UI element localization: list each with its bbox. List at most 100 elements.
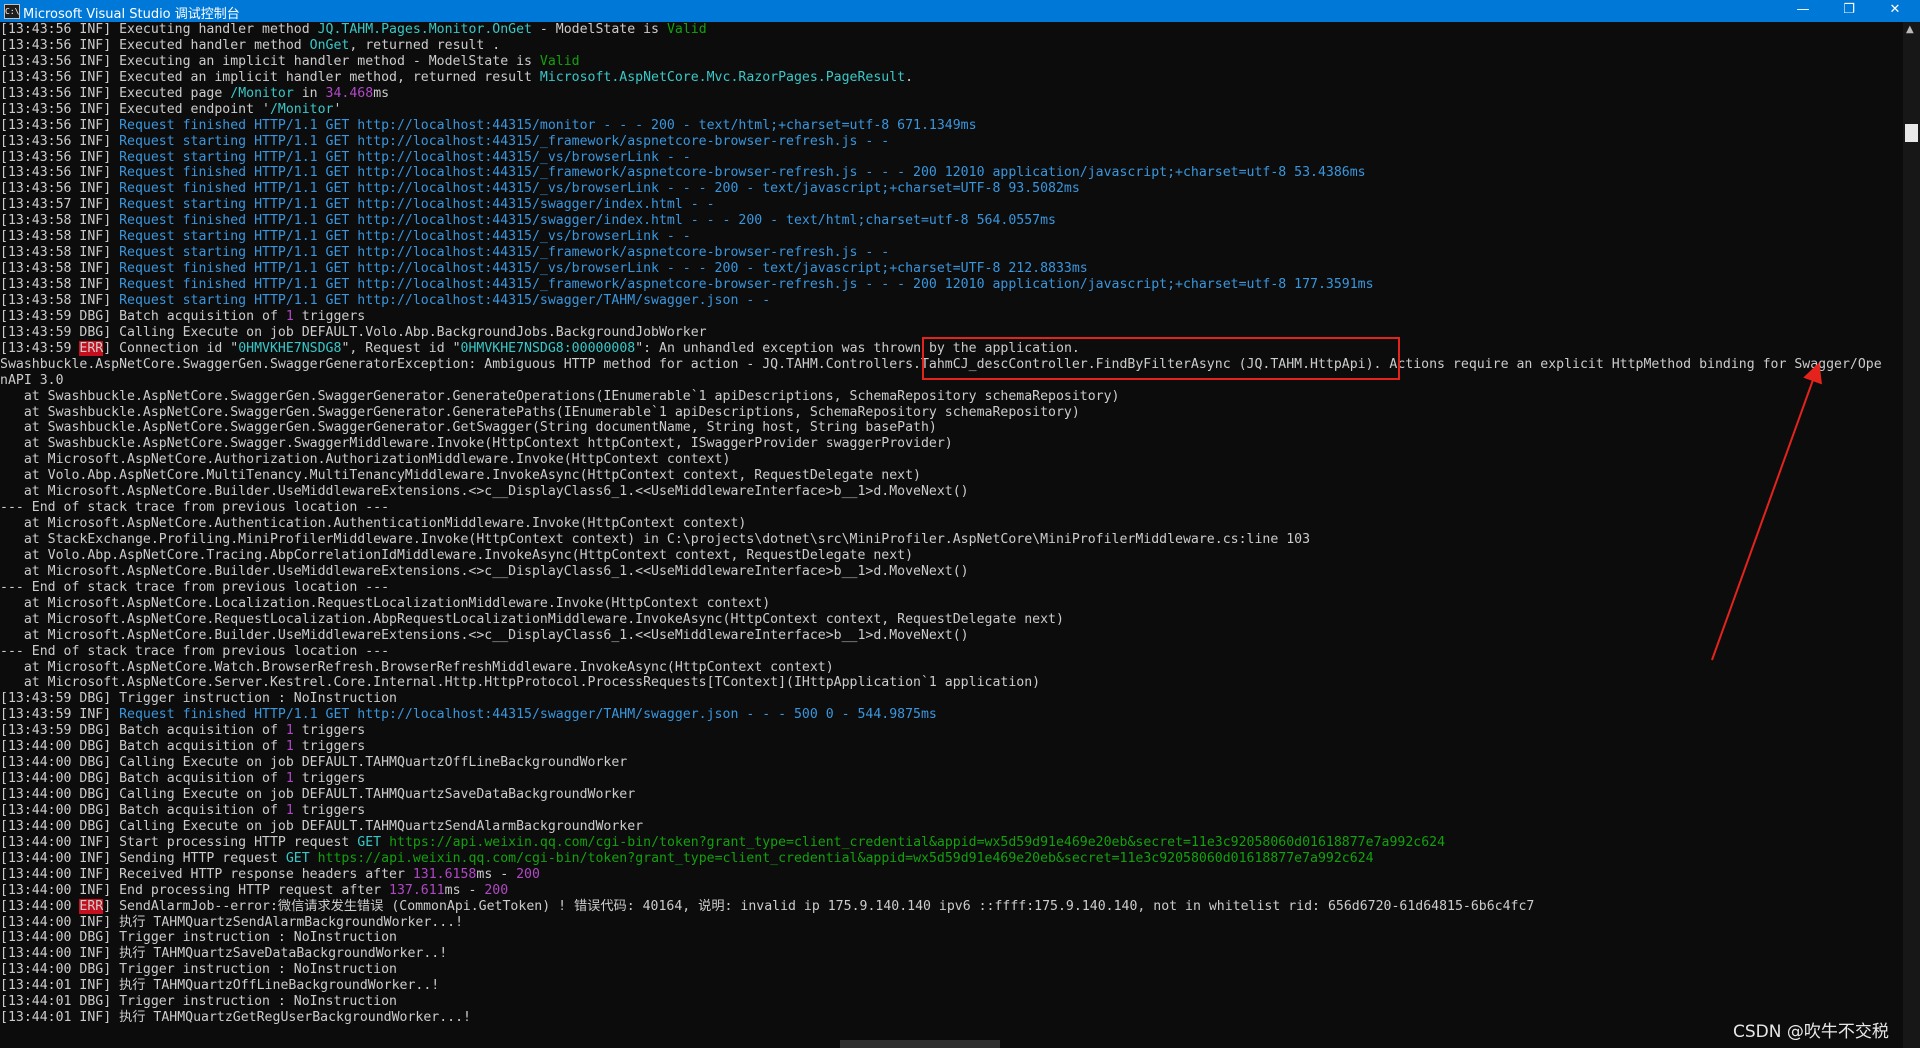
console-line: at Swashbuckle.AspNetCore.SwaggerGen.Swa…: [0, 389, 1903, 405]
console-text: [13:43:59 DBG] Batch acquisition of: [0, 308, 286, 324]
console-line: [13:44:00 DBG] Calling Execute on job DE…: [0, 755, 1903, 771]
console-text: [13:43:56 INF]: [0, 133, 120, 149]
console-text: at Swashbuckle.AspNetCore.SwaggerGen.Swa…: [0, 420, 937, 436]
console-line: [13:43:59 DBG] Batch acquisition of 1 tr…: [0, 309, 1903, 325]
console-line: --- End of stack trace from previous loc…: [0, 500, 1903, 516]
console-line: at Swashbuckle.AspNetCore.Swagger.Swagge…: [0, 436, 1903, 452]
console-text: 34.468: [325, 85, 374, 101]
console-line: at StackExchange.Profiling.MiniProfilerM…: [0, 532, 1903, 548]
console-text: 200: [484, 882, 509, 898]
console-text: in: [293, 85, 326, 101]
console-text: triggers: [293, 308, 366, 324]
console-line: [13:43:56 INF] Executing an implicit han…: [0, 54, 1903, 70]
console-text: ", Request id ": [341, 340, 461, 356]
console-line: [13:43:58 INF] Request starting HTTP/1.1…: [0, 245, 1903, 261]
console-line: [13:43:56 INF] Request finished HTTP/1.1…: [0, 165, 1903, 181]
console-text: 0HMVKHE7NSDG8: [238, 340, 342, 356]
console-line: [13:43:56 INF] Executing handler method …: [0, 22, 1903, 38]
console-line: [13:44:00 INF] 执行 TAHMQuartzSaveDataBack…: [0, 946, 1903, 962]
console-text: 137.611: [389, 882, 445, 898]
console-text: nAPI 3.0: [0, 372, 64, 388]
console-line: [13:44:00 DBG] Batch acquisition of 1 tr…: [0, 803, 1903, 819]
console-text: at Volo.Abp.AspNetCore.MultiTenancy.Mult…: [0, 468, 921, 484]
console-text: at StackExchange.Profiling.MiniProfilerM…: [0, 532, 1311, 547]
console-text: , returned result .: [349, 37, 501, 53]
console-text: [13:44:00 DBG] Calling Execute on job DE…: [0, 787, 636, 802]
window-titlebar[interactable]: C:\ Microsoft Visual Studio 调试控制台 — ❐ ✕: [0, 0, 1920, 22]
console-text: [13:43:56 INF] Executed endpoint ': [0, 101, 270, 117]
console-line: [13:43:58 INF] Request finished HTTP/1.1…: [0, 213, 1903, 229]
console-line: [13:43:58 INF] Request finished HTTP/1.1…: [0, 277, 1903, 293]
scroll-up-arrow-icon[interactable]: ▲: [1906, 24, 1914, 35]
console-text: Request finished HTTP/1.1 GET http://loc…: [119, 165, 1366, 181]
console-line: at Volo.Abp.AspNetCore.Tracing.AbpCorrel…: [0, 548, 1903, 564]
console-text: [13:44:00 DBG] Batch acquisition of: [0, 739, 286, 755]
console-text: [13:44:00 INF] End processing HTTP reque…: [0, 882, 390, 898]
console-text: ': [333, 101, 342, 117]
console-text: https://api.weixin.qq.com/cgi-bin/token?…: [389, 834, 1446, 850]
console-text: --- End of stack trace from previous loc…: [0, 643, 390, 659]
console-text: [13:43:57 INF]: [0, 197, 120, 213]
console-text: Request finished HTTP/1.1 GET http://loc…: [119, 261, 1088, 277]
console-line: [13:43:59 INF] Request finished HTTP/1.1…: [0, 707, 1903, 723]
console-line: --- End of stack trace from previous loc…: [0, 644, 1903, 660]
console-line: at Microsoft.AspNetCore.Builder.UseMiddl…: [0, 628, 1903, 644]
console-text: [13:43:56 INF] Executed an implicit hand…: [0, 69, 540, 85]
window-title: Microsoft Visual Studio 调试控制台: [23, 7, 240, 22]
vertical-scrollbar[interactable]: ▲: [1903, 22, 1920, 1048]
console-text: ms -: [476, 866, 517, 882]
console-text: Request starting HTTP/1.1 GET http://loc…: [119, 229, 691, 245]
console-text: triggers: [293, 771, 366, 787]
console-text: triggers: [293, 739, 366, 755]
console-line: [13:43:58 INF] Request starting HTTP/1.1…: [0, 229, 1903, 245]
console-line: at Microsoft.AspNetCore.Builder.UseMiddl…: [0, 484, 1903, 500]
console-text: Request finished HTTP/1.1 GET http://loc…: [119, 707, 937, 723]
console-text: [13:44:00: [0, 898, 80, 914]
console-line: [13:44:00 INF] End processing HTTP reque…: [0, 883, 1903, 899]
console-line: at Volo.Abp.AspNetCore.MultiTenancy.Mult…: [0, 468, 1903, 484]
console-text: at Microsoft.AspNetCore.Builder.UseMiddl…: [0, 484, 969, 500]
error-highlight-box: [922, 337, 1400, 380]
console-text: [13:44:00 DBG] Batch acquisition of: [0, 771, 286, 787]
console-text: [13:43:56 INF] Executed page: [0, 85, 231, 101]
console-text: ] Connection id ": [103, 340, 239, 356]
console-text: Request finished HTTP/1.1 GET http://loc…: [119, 181, 1080, 197]
console-text: /Monitor: [230, 85, 294, 101]
console-line: [13:44:00 DBG] Trigger instruction : NoI…: [0, 930, 1903, 946]
console-text: .: [905, 69, 914, 85]
console-line: at Microsoft.AspNetCore.Builder.UseMiddl…: [0, 564, 1903, 580]
console-output[interactable]: [13:43:56 INF] Executing handler method …: [0, 22, 1903, 1048]
maximize-button[interactable]: ❐: [1826, 0, 1872, 22]
console-text: 0HMVKHE7NSDG8:00000008: [460, 340, 636, 356]
console-text: Request finished HTTP/1.1 GET http://loc…: [119, 117, 977, 133]
console-text: [13:43:58 INF]: [0, 229, 120, 245]
console-text: at Swashbuckle.AspNetCore.Swagger.Swagge…: [0, 436, 953, 452]
console-line: at Microsoft.AspNetCore.Authentication.A…: [0, 516, 1903, 532]
console-text: [13:43:56 INF]: [0, 165, 120, 181]
console-line: [13:44:00 INF] 执行 TAHMQuartzSendAlarmBac…: [0, 915, 1903, 931]
console-line: [13:43:58 INF] Request starting HTTP/1.1…: [0, 293, 1903, 309]
console-line: [13:43:56 INF] Request finished HTTP/1.1…: [0, 181, 1903, 197]
console-text: [13:44:01 DBG] Trigger instruction : NoI…: [0, 994, 397, 1010]
console-text: ] SendAlarmJob--error:微信请求发生错误 (CommonAp…: [103, 898, 1535, 914]
scrollbar-thumb[interactable]: [1905, 124, 1918, 142]
console-text: Request finished HTTP/1.1 GET http://loc…: [119, 213, 1056, 229]
console-line: [13:44:00 DBG] Calling Execute on job DE…: [0, 819, 1903, 835]
close-button[interactable]: ✕: [1872, 0, 1918, 22]
console-text: [13:43:56 INF]: [0, 149, 120, 165]
console-line: [13:43:56 INF] Executed an implicit hand…: [0, 70, 1903, 86]
console-text: Request starting HTTP/1.1 GET http://loc…: [119, 292, 771, 308]
console-text: at Microsoft.AspNetCore.Watch.BrowserRef…: [0, 659, 834, 675]
error-level-badge: ERR: [79, 898, 104, 914]
console-text: [13:44:00 DBG] Trigger instruction : NoI…: [0, 962, 397, 978]
console-text: 1: [285, 308, 294, 324]
console-text: Request starting HTTP/1.1 GET http://loc…: [119, 197, 715, 213]
console-line: [13:44:01 DBG] Trigger instruction : NoI…: [0, 994, 1903, 1010]
console-text: /Monitor: [269, 101, 334, 117]
console-text: [13:44:00 DBG] Batch acquisition of: [0, 802, 286, 818]
minimize-button[interactable]: —: [1780, 0, 1826, 22]
horizontal-scrollbar-thumb[interactable]: [840, 1040, 1000, 1048]
console-line: [13:44:01 INF] 执行 TAHMQuartzGetRegUserBa…: [0, 1010, 1903, 1026]
console-text: https://api.weixin.qq.com/cgi-bin/token?…: [317, 850, 1374, 866]
